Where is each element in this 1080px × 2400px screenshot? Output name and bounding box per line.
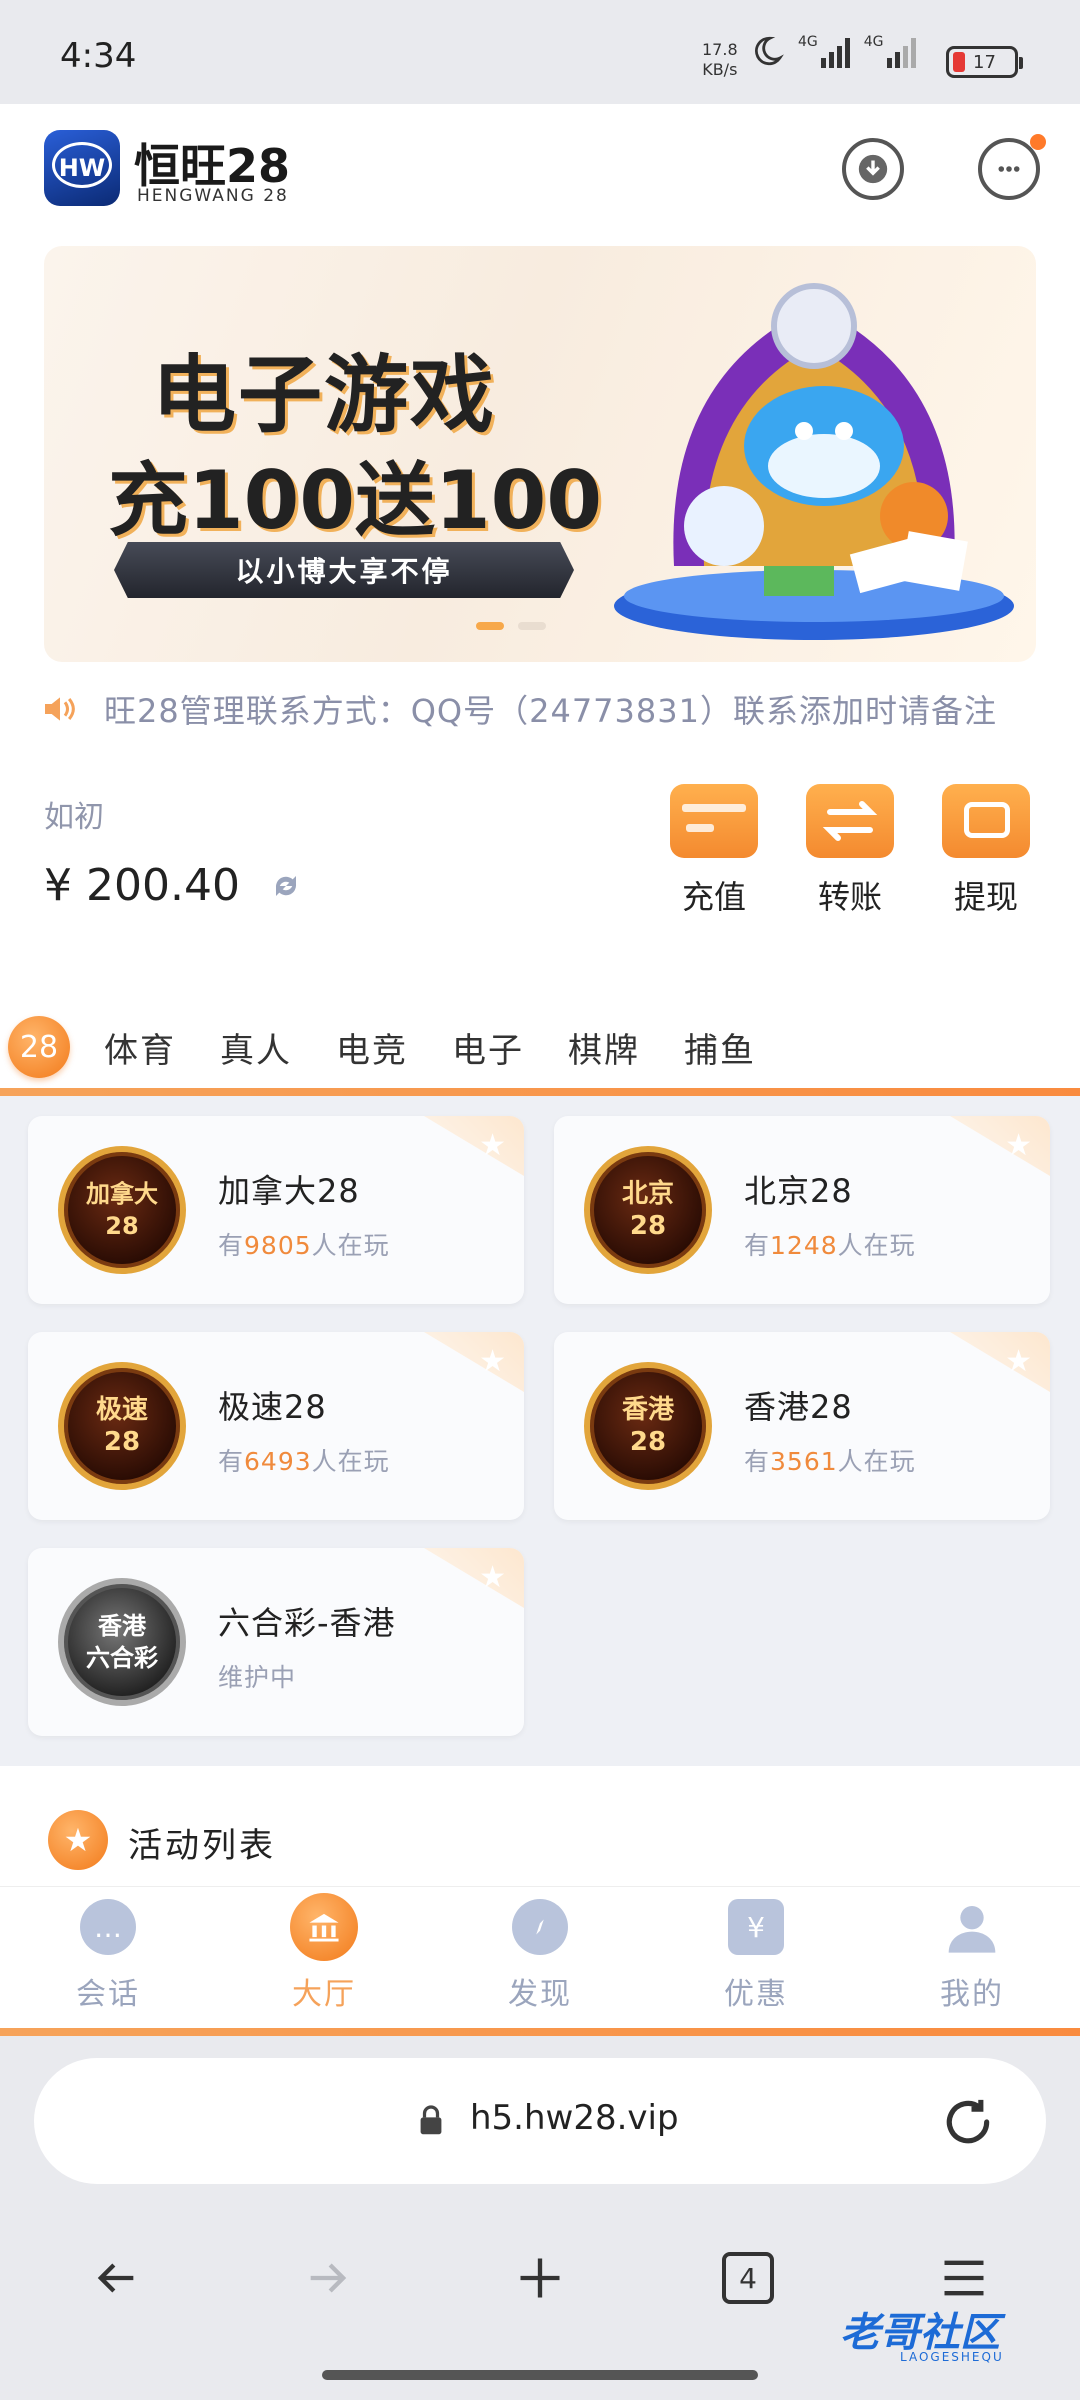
favorite-star-icon[interactable]: ★ — [479, 1344, 506, 1379]
tab-fishing[interactable]: 捕鱼 — [684, 1023, 756, 1072]
game-card-marksix-hongkong[interactable]: ★ 香港 六合彩 六合彩-香港 维护中 — [28, 1548, 524, 1736]
compass-icon — [512, 1899, 568, 1955]
game-name: 极速28 — [218, 1388, 327, 1426]
favorite-star-icon[interactable]: ★ — [479, 1560, 506, 1595]
balance: ¥ 200.40 — [44, 860, 306, 911]
tab-live[interactable]: 真人 — [220, 1023, 292, 1072]
game-card-jisu28[interactable]: ★ 极速 28 极速28 有6493人在玩 — [28, 1332, 524, 1520]
tab-chess-cards[interactable]: 棋牌 — [568, 1023, 640, 1072]
logo-subtitle: HENGWANG 28 — [137, 186, 289, 206]
notification-dot — [1030, 134, 1046, 150]
status-time: 4:34 — [60, 36, 137, 76]
banner-artwork — [614, 283, 1014, 640]
withdraw-button[interactable]: 提现 — [926, 784, 1046, 918]
game-name: 香港28 — [744, 1388, 853, 1426]
favorite-star-icon[interactable]: ★ — [1005, 1344, 1032, 1379]
game-name: 六合彩-香港 — [218, 1604, 396, 1642]
speaker-icon — [45, 697, 75, 721]
download-button[interactable] — [842, 138, 904, 200]
promo-banner[interactable]: 电子游戏 充100送100 以小博大享不停 — [44, 246, 1036, 662]
transfer-arrows-icon — [806, 784, 894, 858]
announcement-text: 旺28管理联系方式：QQ号（24773831）联系添加时请备注 — [104, 692, 997, 730]
nav-bottom-accent — [0, 2028, 1080, 2036]
download-icon — [858, 154, 888, 184]
status-net-speed: 17.8 KB/s — [702, 40, 738, 79]
tab-sports[interactable]: 体育 — [104, 1023, 176, 1072]
status-bar: 4:34 17.8 KB/s 4G 4G 17 — [0, 0, 1080, 104]
nav-lobby[interactable]: 大厅 — [254, 1893, 394, 2013]
game-category-tabs: 28 体育 真人 电竞 电子 棋牌 捕鱼 — [0, 1000, 1080, 1094]
banner-ribbon: 以小博大享不停 — [114, 542, 574, 598]
tab-underline — [0, 1088, 1080, 1096]
watermark-sub: LAOGESHEQU — [900, 2350, 1004, 2364]
game-players: 有6493人在玩 — [218, 1447, 390, 1476]
banner-pagination — [476, 622, 546, 630]
announcement-bar[interactable]: 旺28管理联系方式：QQ号（24773831）联系添加时请备注 — [40, 674, 1040, 744]
messages-button[interactable] — [978, 138, 1040, 200]
game-name: 北京28 — [744, 1172, 853, 1210]
user-icon — [944, 1899, 1000, 1955]
banner-offer: 充100送100 — [108, 454, 602, 547]
reload-icon[interactable] — [940, 2094, 996, 2150]
game-coin-icon: 香港 28 — [584, 1362, 712, 1490]
game-players: 有9805人在玩 — [218, 1231, 390, 1260]
new-tab-icon[interactable] — [510, 2248, 570, 2308]
refresh-balance-icon[interactable] — [266, 866, 306, 906]
game-card-hongkong28[interactable]: ★ 香港 28 香港28 有3561人在玩 — [554, 1332, 1050, 1520]
menu-icon[interactable] — [934, 2248, 994, 2308]
web-page: HW 恒旺28 HENGWANG 28 电子游戏 充100送100 以小博大享不… — [0, 104, 1080, 2036]
activity-section[interactable]: ★ 活动列表 — [0, 1774, 1080, 1894]
address-bar[interactable]: h5.hw28.vip — [34, 2058, 1046, 2184]
game-players: 有1248人在玩 — [744, 1231, 916, 1260]
game-coin-icon: 极速 28 — [58, 1362, 186, 1490]
card-icon — [670, 784, 758, 858]
game-name: 加拿大28 — [218, 1172, 360, 1210]
game-coin-icon: 加拿大 28 — [58, 1146, 186, 1274]
banner-headline: 电子游戏 — [152, 346, 497, 444]
url-text: h5.hw28.vip — [470, 2098, 679, 2138]
game-card-canada28[interactable]: ★ 加拿大 28 加拿大28 有9805人在玩 — [28, 1116, 524, 1304]
game-coin-icon: 北京 28 — [584, 1146, 712, 1274]
tab-28[interactable]: 28 — [8, 1016, 70, 1078]
game-players: 有3561人在玩 — [744, 1447, 916, 1476]
bottom-navigation: … 会话 大厅 发现 ¥ 优惠 我的 — [0, 1886, 1080, 2028]
coupon-icon: ¥ — [728, 1899, 784, 1955]
tab-esports[interactable]: 电竞 — [336, 1023, 408, 1072]
back-icon[interactable] — [86, 2248, 146, 2308]
battery-icon: 17 — [946, 46, 1023, 78]
favorite-star-icon[interactable]: ★ — [1005, 1128, 1032, 1163]
activity-title: 活动列表 — [128, 1826, 276, 1866]
game-coin-icon: 香港 六合彩 — [58, 1578, 186, 1706]
star-icon: ★ — [48, 1810, 108, 1870]
forward-icon[interactable] — [298, 2248, 358, 2308]
tab-switcher-button[interactable]: 4 — [722, 2252, 774, 2304]
tab-electronic[interactable]: 电子 — [452, 1023, 524, 1072]
app-header: HW 恒旺28 HENGWANG 28 — [0, 104, 1080, 234]
username: 如初 — [44, 800, 104, 835]
moon-icon — [755, 36, 784, 66]
game-card-beijing28[interactable]: ★ 北京 28 北京28 有1248人在玩 — [554, 1116, 1050, 1304]
game-status: 维护中 — [218, 1663, 297, 1692]
bank-icon — [290, 1893, 358, 1961]
nav-promotions[interactable]: ¥ 优惠 — [686, 1899, 826, 2013]
status-icons: 4G 4G — [750, 34, 916, 68]
wallet-icon — [942, 784, 1030, 858]
logo-icon: HW — [44, 130, 120, 206]
nav-discover[interactable]: 发现 — [470, 1899, 610, 2013]
nav-chat[interactable]: … 会话 — [38, 1899, 178, 2013]
balance-amount: ¥ 200.40 — [44, 860, 240, 911]
signal-icon-2: 4G — [864, 34, 916, 68]
chat-icon: … — [80, 1899, 136, 1955]
chat-bubble-icon — [998, 166, 1020, 172]
transfer-button[interactable]: 转账 — [790, 784, 910, 918]
nav-profile[interactable]: 我的 — [902, 1899, 1042, 2013]
favorite-star-icon[interactable]: ★ — [479, 1128, 506, 1163]
game-list: ★ 加拿大 28 加拿大28 有9805人在玩 ★ 北京 28 北京28 有12… — [0, 1096, 1080, 1766]
signal-icon: 4G — [798, 34, 850, 68]
lock-icon — [420, 2105, 442, 2135]
gesture-bar[interactable] — [322, 2370, 758, 2380]
deposit-button[interactable]: 充值 — [654, 784, 774, 918]
